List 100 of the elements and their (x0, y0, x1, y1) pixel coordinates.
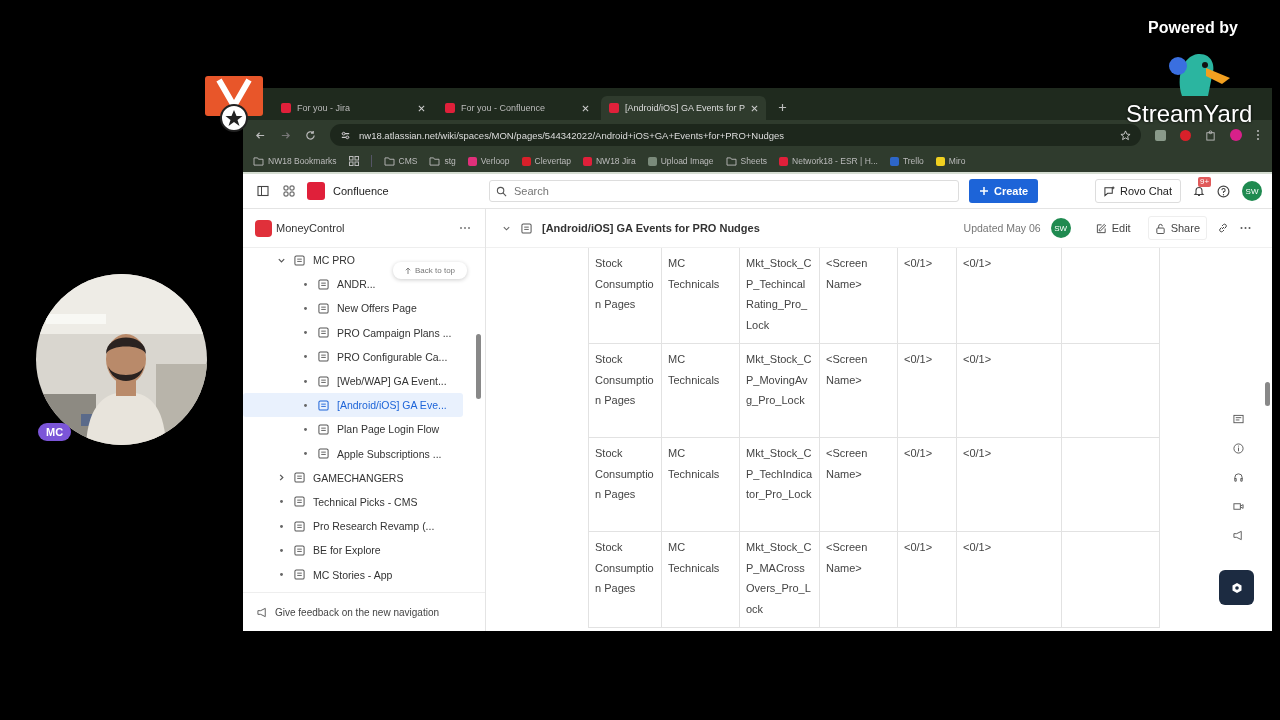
create-button[interactable]: Create (969, 179, 1039, 203)
more-icon[interactable] (1239, 226, 1252, 230)
page-tree-item[interactable]: MC PRO (243, 248, 361, 273)
browser-tab[interactable]: For you - Jira (273, 96, 433, 120)
page-tree-item[interactable]: Technical Picks - CMS (243, 489, 424, 515)
reload-icon[interactable] (305, 129, 316, 141)
comment-icon[interactable] (1233, 414, 1244, 425)
video-icon[interactable] (1233, 501, 1244, 512)
powered-by-label: Powered by (1148, 19, 1238, 37)
site-icon (281, 103, 291, 113)
folder-icon (429, 156, 441, 166)
share-button[interactable]: Share (1147, 216, 1207, 240)
page-tree-item[interactable]: Pro Research Revamp (... (243, 514, 441, 539)
bookmark[interactable]: Upload Image (647, 156, 714, 166)
page-tree-item[interactable]: BE for Explore (243, 538, 387, 563)
bookmark[interactable]: Clevertap (521, 156, 571, 166)
sidebar-toggle-icon[interactable] (257, 185, 269, 197)
info-icon[interactable] (1233, 443, 1244, 454)
chevron-right-icon[interactable] (277, 473, 286, 483)
user-avatar[interactable]: SW (1242, 181, 1262, 201)
table-cell: MC Technicals (661, 437, 740, 532)
table-cell: Mkt_Stock_CP_MACrossOvers_Pro_Lock (739, 531, 820, 628)
table-cell: Stock Consumption Pages (588, 437, 662, 532)
table-cell: <0/1> (897, 248, 957, 344)
page-icon (294, 544, 305, 556)
search-field[interactable]: Search (489, 180, 959, 202)
close-icon[interactable] (751, 104, 759, 112)
headset-icon[interactable] (1233, 472, 1244, 483)
close-icon[interactable] (418, 104, 425, 112)
app-switcher-icon[interactable] (283, 185, 295, 197)
feedback-link[interactable]: Give feedback on the new navigation (243, 592, 485, 631)
page-tree-item[interactable]: PRO Campaign Plans ... (243, 320, 458, 345)
browser-tab[interactable]: For you - Confluence (437, 96, 597, 120)
profile-avatar[interactable] (1230, 129, 1242, 141)
page-tree-item[interactable]: Apple Subscriptions ... (243, 441, 448, 466)
space-icon (255, 219, 272, 237)
page-tree-item[interactable]: MC Stories - App (243, 562, 399, 587)
arrow-up-icon (405, 266, 411, 275)
bookmark[interactable]: Miro (935, 156, 966, 166)
page-title: Technical Picks - CMS (313, 495, 418, 508)
bookmark[interactable]: CMS (383, 156, 418, 166)
page-tree-item[interactable]: ANDR... (243, 272, 382, 297)
more-vertical-icon[interactable] (1256, 129, 1260, 141)
close-icon[interactable] (582, 104, 589, 112)
apps-grid-icon[interactable] (348, 156, 359, 166)
page-icon (318, 448, 329, 460)
help-icon[interactable] (1217, 184, 1230, 198)
extension-icon[interactable] (1155, 129, 1166, 141)
site-icon (445, 103, 455, 113)
page-tree-item[interactable]: GAMECHANGERS (243, 465, 410, 490)
assistant-button[interactable] (1219, 570, 1254, 605)
space-name[interactable]: MoneyControl (276, 222, 455, 234)
bookmark[interactable]: Trello (889, 156, 924, 166)
bookmark[interactable]: NW18 Jira (582, 156, 636, 166)
author-avatar[interactable]: SW (1050, 218, 1071, 238)
browser-tab[interactable]: [Android/iOS] GA Events for P (601, 96, 767, 120)
back-to-top-tooltip[interactable]: Back to top (393, 262, 468, 279)
more-icon[interactable] (459, 226, 471, 230)
page-title: [Android/iOS] GA Events for PRO Nudges (542, 222, 760, 234)
page-icon (318, 327, 329, 339)
page-title: [Android/iOS] GA Eve... (337, 399, 447, 412)
page-icon (294, 496, 305, 508)
bookmark[interactable]: NW18 Bookmarks (253, 156, 337, 166)
page-tree-item[interactable]: [Web/WAP] GA Event... (243, 368, 453, 394)
scrollbar[interactable] (1265, 382, 1270, 406)
page-title: Pro Research Revamp (... (313, 520, 435, 533)
page-title: ANDR... (337, 278, 376, 291)
page-title: Plan Page Login Flow (337, 423, 440, 436)
table-cell: <0/1> (897, 343, 957, 438)
page-icon (318, 399, 329, 411)
page-icon (318, 375, 329, 387)
page-tree-item[interactable]: New Offers Page (243, 296, 423, 321)
bookmark[interactable]: stg (429, 156, 456, 166)
plus-icon (979, 186, 989, 196)
page-tree-item[interactable]: [Android/iOS] GA Eve... (243, 393, 463, 418)
page-icon (318, 278, 329, 290)
bookmark[interactable]: Verloop (467, 156, 510, 166)
address-bar[interactable]: nw18.atlassian.net/wiki/spaces/MON/pages/544342022/Android+iOS+GA+Events+for+PRO+Nudges (330, 124, 1141, 146)
link-icon[interactable] (1217, 222, 1229, 234)
chat-icon (1104, 185, 1115, 197)
scrollbar[interactable] (476, 334, 481, 399)
page-tree-item[interactable]: PRO Configurable Ca... (243, 344, 454, 369)
bookmark[interactable]: Network18 - ESR | H... (779, 156, 878, 166)
pencil-icon (1095, 222, 1107, 234)
table-cell: Stock Consumption Pages (588, 248, 662, 344)
notification-bell-icon[interactable] (1193, 185, 1205, 197)
page-icon (318, 351, 329, 363)
table-cell: Mkt_Stock_CP_TechincalRating_Pro_Lock (739, 248, 820, 344)
rovo-chat-button[interactable]: Rovo Chat (1095, 179, 1181, 203)
table-cell: <0/1> (897, 531, 957, 628)
table-cell: <Screen Name> (819, 343, 898, 438)
megaphone-icon[interactable] (1233, 530, 1244, 541)
page-tree-item[interactable]: Plan Page Login Flow (243, 417, 446, 442)
app-logo-icon (307, 182, 325, 200)
new-tab-icon[interactable] (778, 102, 788, 112)
page-icon (294, 472, 305, 484)
page-title: [Web/WAP] GA Event... (337, 375, 447, 388)
site-settings-icon[interactable] (340, 129, 351, 141)
bookmark[interactable]: Sheets (725, 156, 768, 166)
bookmark-star-icon[interactable] (1120, 129, 1131, 141)
